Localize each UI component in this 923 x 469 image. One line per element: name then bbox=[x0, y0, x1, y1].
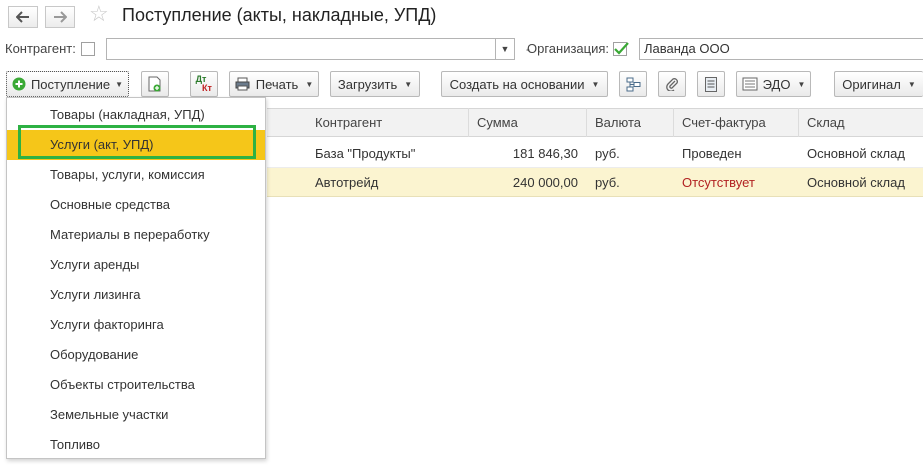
counterparty-dropdown-button[interactable]: ▼ bbox=[495, 38, 515, 60]
printer-icon bbox=[235, 77, 250, 91]
column-header-sum[interactable]: Сумма bbox=[469, 108, 587, 137]
original-button[interactable]: Оригинал ▼ bbox=[834, 71, 923, 97]
print-button[interactable]: Печать ▼ bbox=[229, 71, 319, 97]
row-invoice: Проведен bbox=[682, 146, 742, 161]
page-title: Поступление (акты, накладные, УПД) bbox=[122, 5, 437, 25]
organization-field[interactable]: Лаванда ООО bbox=[639, 38, 923, 60]
row-counterparty: База "Продукты" bbox=[315, 146, 416, 161]
row-sum: 181 846,30 bbox=[512, 146, 578, 161]
plus-circle-icon bbox=[12, 77, 26, 91]
forward-arrow-icon bbox=[54, 11, 67, 23]
star-icon[interactable]: ☆ bbox=[89, 3, 109, 25]
edo-button-label: ЭДО bbox=[762, 76, 791, 92]
menu-item-materials-processing[interactable]: Материалы в переработку bbox=[7, 220, 265, 250]
list-button[interactable] bbox=[697, 71, 725, 97]
attachments-button[interactable] bbox=[658, 71, 686, 97]
chevron-down-icon: ▼ bbox=[115, 79, 124, 89]
column-header-invoice[interactable]: Счет-фактура bbox=[674, 108, 799, 137]
menu-item-factoring-services[interactable]: Услуги факторинга bbox=[7, 310, 265, 340]
row-warehouse: Основной склад bbox=[807, 175, 905, 190]
row-currency: руб. bbox=[595, 146, 620, 161]
dt-kt-button[interactable]: Дт Кт bbox=[190, 71, 218, 97]
chevron-down-icon: ▼ bbox=[797, 79, 806, 89]
load-button-label: Загрузить bbox=[337, 76, 398, 92]
receipt-button-label: Поступление bbox=[30, 76, 111, 92]
print-button-label: Печать bbox=[255, 76, 299, 92]
menu-item-services[interactable]: Услуги (акт, УПД) bbox=[7, 130, 265, 160]
menu-item-rental-services[interactable]: Услуги аренды bbox=[7, 250, 265, 280]
counterparty-checkbox[interactable] bbox=[81, 42, 95, 56]
original-button-label: Оригинал bbox=[842, 76, 901, 92]
row-currency: руб. bbox=[595, 175, 620, 190]
back-button[interactable] bbox=[8, 6, 38, 28]
dt-kt-icon: Дт Кт bbox=[195, 74, 212, 93]
structure-icon bbox=[626, 77, 640, 91]
menu-item-equipment[interactable]: Оборудование bbox=[7, 340, 265, 370]
load-button[interactable]: Загрузить ▼ bbox=[330, 71, 420, 97]
create-based-on-label: Создать на основании bbox=[449, 76, 585, 92]
column-header-currency[interactable]: Валюта bbox=[587, 108, 674, 137]
menu-item-fixed-assets[interactable]: Основные средства bbox=[7, 190, 265, 220]
menu-item-leasing-services[interactable]: Услуги лизинга bbox=[7, 280, 265, 310]
receipt-type-menu: Товары (накладная, УПД) Услуги (акт, УПД… bbox=[6, 97, 266, 459]
menu-item-goods[interactable]: Товары (накладная, УПД) bbox=[7, 100, 265, 130]
counterparty-label: Контрагент: bbox=[5, 41, 76, 56]
row-sum: 240 000,00 bbox=[512, 175, 578, 190]
menu-item-fuel[interactable]: Топливо bbox=[7, 430, 265, 460]
row-counterparty: Автотрейд bbox=[315, 175, 379, 190]
create-based-on-button[interactable]: Создать на основании ▼ bbox=[441, 71, 608, 97]
row-invoice: Отсутствует bbox=[682, 175, 755, 190]
forward-button[interactable] bbox=[45, 6, 75, 28]
document-add-icon bbox=[148, 76, 161, 92]
back-arrow-icon bbox=[16, 11, 29, 23]
receipt-button[interactable]: Поступление ▼ bbox=[6, 71, 129, 97]
chevron-down-icon: ▼ bbox=[404, 79, 413, 89]
column-header-counterparty[interactable]: Контрагент bbox=[307, 108, 469, 137]
menu-item-construction-objects[interactable]: Объекты строительства bbox=[7, 370, 265, 400]
organization-label: Организация: bbox=[527, 41, 610, 56]
row-warehouse: Основной склад bbox=[807, 146, 905, 161]
chevron-down-icon: ▼ bbox=[907, 79, 916, 89]
organization-checkbox[interactable] bbox=[613, 42, 629, 56]
edo-button[interactable]: ЭДО ▼ bbox=[736, 71, 811, 97]
list-icon bbox=[705, 76, 717, 92]
structure-button[interactable] bbox=[619, 71, 647, 97]
add-document-button[interactable] bbox=[141, 71, 169, 97]
chevron-down-icon: ▼ bbox=[591, 79, 600, 89]
chevron-down-icon: ▼ bbox=[305, 79, 314, 89]
edo-icon bbox=[742, 77, 758, 91]
paperclip-icon bbox=[666, 78, 678, 91]
column-header-warehouse[interactable]: Склад bbox=[799, 108, 923, 137]
menu-item-land-plots[interactable]: Земельные участки bbox=[7, 400, 265, 430]
checkmark-icon bbox=[613, 42, 629, 56]
counterparty-field[interactable] bbox=[106, 38, 496, 60]
menu-item-goods-services-commission[interactable]: Товары, услуги, комиссия bbox=[7, 160, 265, 190]
